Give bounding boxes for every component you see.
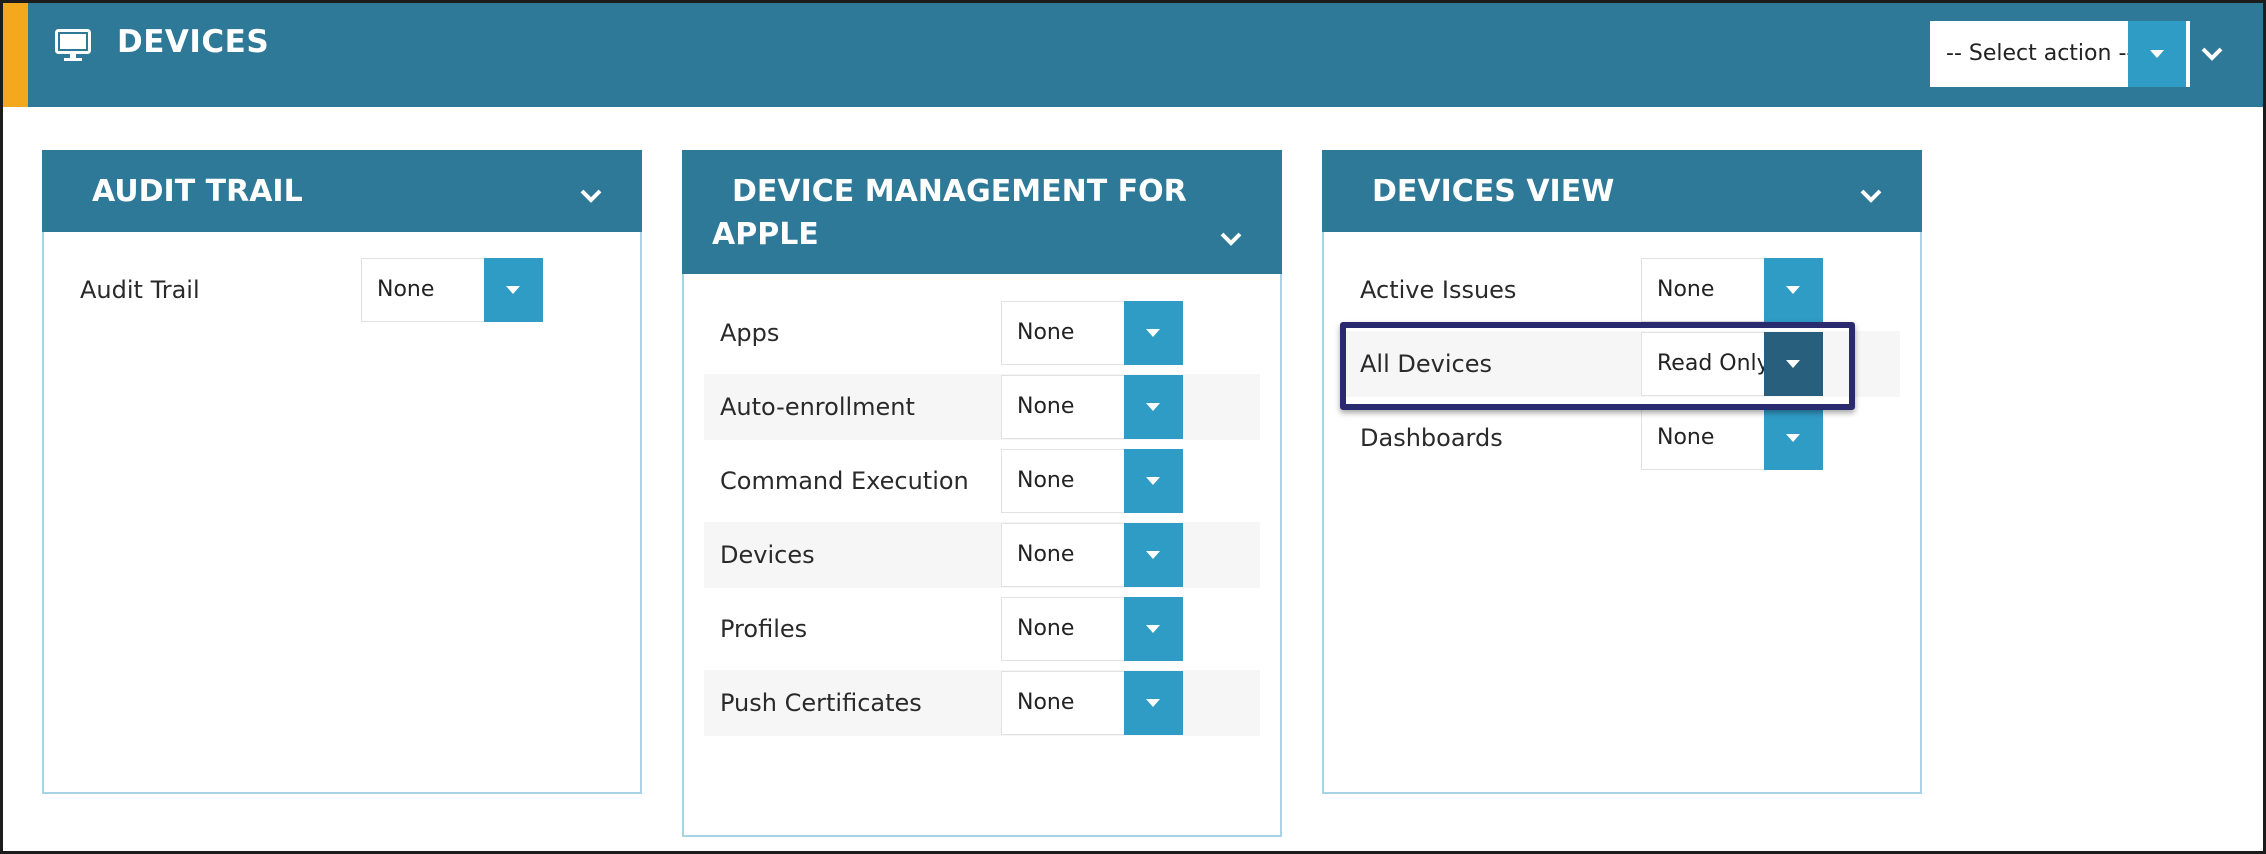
chevron-down-icon[interactable]	[1218, 225, 1244, 260]
permission-dropdown[interactable]: None	[1001, 671, 1183, 735]
permission-label: Audit Trail	[80, 276, 200, 304]
caret-down-icon[interactable]	[1124, 449, 1183, 513]
caret-down-icon[interactable]	[1124, 375, 1183, 439]
monitor-icon	[55, 29, 91, 67]
permission-row-push-certificates: Push Certificates None	[704, 670, 1260, 736]
permission-row-devices: Devices None	[704, 522, 1260, 588]
permission-row-audit-trail: Audit Trail None	[44, 257, 640, 323]
dropdown-value: None	[1017, 542, 1075, 567]
panel-devices-view: DEVICES VIEW Active Issues None All Devi…	[1322, 150, 1922, 794]
page-title: DEVICES	[117, 24, 270, 60]
select-action-value: -- Select action --	[1946, 41, 2135, 66]
panel-header: AUDIT TRAIL	[42, 150, 642, 232]
accent-bar	[3, 3, 28, 107]
permission-dropdown[interactable]: None	[1001, 597, 1183, 661]
permission-row-profiles: Profiles None	[704, 596, 1260, 662]
permission-dropdown[interactable]: None	[361, 258, 543, 322]
panel-header: DEVICE MANAGEMENT FOR APPLE	[682, 150, 1282, 274]
permission-label: Dashboards	[1360, 424, 1503, 452]
permission-label: Active Issues	[1360, 276, 1517, 304]
chevron-down-icon[interactable]	[578, 182, 604, 217]
dropdown-value: None	[1657, 425, 1715, 450]
dropdown-value: None	[1017, 468, 1075, 493]
dropdown-value: None	[377, 277, 435, 302]
permission-row-auto-enrollment: Auto-enrollment None	[704, 374, 1260, 440]
permission-label: Apps	[720, 319, 780, 347]
permission-dropdown[interactable]: None	[1001, 375, 1183, 439]
caret-down-icon[interactable]	[1764, 406, 1823, 470]
dropdown-value: None	[1017, 690, 1075, 715]
caret-down-icon[interactable]	[1124, 301, 1183, 365]
caret-down-icon[interactable]	[1124, 597, 1183, 661]
chevron-down-icon[interactable]	[1858, 182, 1884, 217]
panel-header: DEVICES VIEW	[1322, 150, 1922, 232]
permission-label: Push Certificates	[720, 689, 922, 717]
permission-dropdown[interactable]: None	[1001, 449, 1183, 513]
permission-row-command-execution: Command Execution None	[704, 448, 1260, 514]
permission-label: Profiles	[720, 615, 808, 643]
panel-title-line1: DEVICE MANAGEMENT FOR	[732, 174, 1187, 209]
panel-device-management-apple: DEVICE MANAGEMENT FOR APPLE Apps None Au…	[682, 150, 1282, 837]
panel-audit-trail: AUDIT TRAIL Audit Trail None	[42, 150, 642, 794]
permission-label: Auto-enrollment	[720, 393, 915, 421]
dropdown-value: None	[1657, 277, 1715, 302]
panel-title: AUDIT TRAIL	[92, 174, 303, 209]
select-action-caret-icon[interactable]	[2128, 21, 2186, 87]
caret-down-icon[interactable]	[484, 258, 543, 322]
dropdown-value: None	[1017, 320, 1075, 345]
permission-dropdown[interactable]: None	[1641, 258, 1823, 322]
caret-down-icon[interactable]	[1124, 671, 1183, 735]
caret-down-icon[interactable]	[1764, 258, 1823, 322]
permission-dropdown[interactable]: None	[1001, 523, 1183, 587]
select-action-dropdown[interactable]: -- Select action --	[1930, 21, 2190, 87]
caret-down-icon[interactable]	[1124, 523, 1183, 587]
panel-title: DEVICES VIEW	[1372, 174, 1615, 209]
permission-dropdown[interactable]: None	[1001, 301, 1183, 365]
highlight-box	[1340, 322, 1855, 410]
dropdown-value: None	[1017, 616, 1075, 641]
section-header	[3, 3, 2263, 107]
permission-label: Command Execution	[720, 467, 969, 495]
panel-title-line2: APPLE	[712, 217, 819, 252]
permission-row-active-issues: Active Issues None	[1344, 257, 1900, 323]
dropdown-value: None	[1017, 394, 1075, 419]
permission-label: Devices	[720, 541, 815, 569]
permission-row-apps: Apps None	[704, 300, 1260, 366]
permission-dropdown[interactable]: None	[1641, 406, 1823, 470]
chevron-down-icon[interactable]	[2198, 40, 2226, 72]
permission-row-dashboards: Dashboards None	[1344, 405, 1900, 471]
